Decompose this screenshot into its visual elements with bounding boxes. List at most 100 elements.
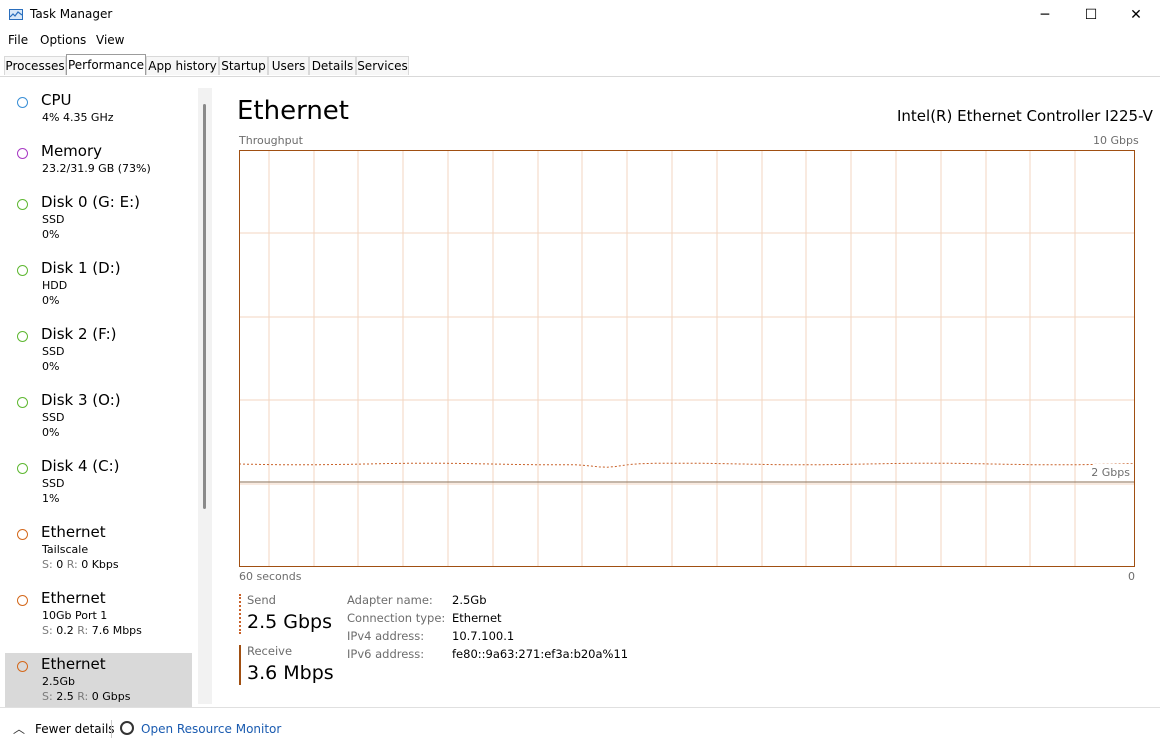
prop-label-ipv6: IPv6 address:: [347, 647, 425, 661]
status-circle-icon: [17, 595, 28, 606]
sidebar-item-usage: 0%: [42, 360, 60, 373]
sidebar-item-usage: 0%: [42, 228, 60, 241]
sidebar-item-title: CPU: [41, 91, 72, 109]
tab-app-history[interactable]: App history: [146, 56, 219, 75]
throughput-s: S:: [42, 558, 53, 571]
sidebar-item-detail: SSD: [42, 411, 65, 424]
status-circle-icon: [17, 529, 28, 540]
status-circle-icon: [17, 97, 28, 108]
menu-options[interactable]: Options: [40, 33, 86, 47]
sidebar-item-detail: Tailscale: [42, 543, 89, 556]
close-button[interactable]: ✕: [1113, 0, 1159, 30]
sidebar-item-title: Disk 0 (G: E:): [41, 193, 140, 211]
sidebar-item-4[interactable]: Disk 2 (F:) SSD 0%: [5, 323, 192, 387]
status-circle-icon: [17, 463, 28, 474]
maximize-button[interactable]: ☐: [1068, 0, 1114, 30]
sidebar-item-detail: 2.5Gb: [42, 675, 75, 688]
tab-details[interactable]: Details: [309, 56, 356, 75]
menu-file[interactable]: File: [8, 33, 28, 47]
throughput-rv: 7.6 Mbps: [88, 624, 142, 637]
sidebar-item-title: Disk 3 (O:): [41, 391, 121, 409]
sidebar-item-detail: SSD: [42, 213, 65, 226]
sidebar-item-9[interactable]: Ethernet 2.5Gb S: 2.5 R: 0 Gbps: [5, 653, 192, 708]
sidebar-item-detail: 10Gb Port 1: [42, 609, 108, 622]
receive-indicator: [239, 645, 241, 685]
prop-value-adapter-name: 2.5Gb: [452, 593, 487, 607]
sidebar-item-2[interactable]: Disk 0 (G: E:) SSD 0%: [5, 191, 192, 255]
sidebar-item-7[interactable]: Ethernet Tailscale S: 0 R: 0 Kbps: [5, 521, 192, 585]
prop-label-adapter-name: Adapter name:: [347, 593, 433, 607]
sidebar-item-title: Ethernet: [41, 523, 106, 541]
resource-monitor-icon[interactable]: [120, 721, 134, 735]
receive-label: Receive: [247, 644, 293, 658]
graph-line-label: 2 Gbps: [1091, 466, 1130, 479]
throughput-r: R:: [66, 558, 78, 571]
throughput-rv: 0 Kbps: [77, 558, 119, 571]
sidebar-item-detail: SSD: [42, 477, 65, 490]
throughput-r: R:: [77, 690, 89, 703]
minimize-button[interactable]: ─: [1022, 0, 1068, 30]
tab-processes[interactable]: Processes: [4, 56, 66, 75]
graph-max-label: 10 Gbps: [1093, 134, 1139, 147]
throughput-s: S:: [42, 690, 53, 703]
throughput-sv: 2.5: [52, 690, 78, 703]
send-series-line: [239, 462, 1135, 468]
status-circle-icon: [17, 397, 28, 408]
throughput-label: Throughput: [239, 134, 303, 147]
tab-services[interactable]: Services: [356, 56, 409, 75]
prop-value-ipv4: 10.7.100.1: [452, 629, 515, 643]
status-circle-icon: [17, 331, 28, 342]
status-circle-icon: [17, 265, 28, 276]
chevron-up-icon[interactable]: ︿: [13, 720, 25, 737]
sidebar-item-5[interactable]: Disk 3 (O:) SSD 0%: [5, 389, 192, 453]
send-label: Send: [247, 593, 276, 607]
footer-separator: [111, 720, 112, 738]
receive-value: 3.6 Mbps: [247, 662, 334, 684]
prop-value-ipv6: fe80::9a63:271:ef3a:b20a%11: [452, 647, 629, 661]
tab-users[interactable]: Users: [268, 56, 309, 75]
sidebar-item-title: Disk 2 (F:): [41, 325, 117, 343]
throughput-sv: 0.2: [52, 624, 78, 637]
maximize-icon: ☐: [1084, 7, 1098, 23]
title-bar: [0, 0, 1160, 30]
sidebar-item-throughput: S: 0 R: 0 Kbps: [42, 558, 119, 571]
adapter-description: Intel(R) Ethernet Controller I225-V: [897, 107, 1153, 125]
sidebar-item-title: Disk 4 (C:): [41, 457, 120, 475]
menu-bar: [0, 30, 1160, 50]
menu-view[interactable]: View: [96, 33, 124, 47]
throughput-sv: 0: [52, 558, 67, 571]
sidebar-item-title: Memory: [41, 142, 103, 160]
prop-label-connection-type: Connection type:: [347, 611, 446, 625]
throughput-rv: 0 Gbps: [88, 690, 131, 703]
prop-label-ipv4: IPv4 address:: [347, 629, 425, 643]
window-title: Task Manager: [30, 7, 113, 21]
tab-performance[interactable]: Performance: [66, 54, 146, 75]
sidebar-item-title: Disk 1 (D:): [41, 259, 121, 277]
sidebar-item-detail: 4% 4.35 GHz: [42, 111, 114, 124]
sidebar-item-detail: SSD: [42, 345, 65, 358]
minimize-icon: ─: [1040, 7, 1050, 23]
send-value: 2.5 Gbps: [247, 611, 332, 633]
open-resource-monitor-link[interactable]: Open Resource Monitor: [141, 722, 281, 736]
tab-startup[interactable]: Startup: [219, 56, 268, 75]
sidebar-item-6[interactable]: Disk 4 (C:) SSD 1%: [5, 455, 192, 519]
status-circle-icon: [17, 661, 28, 672]
graph-border: [239, 150, 1135, 567]
sidebar-item-usage: 0%: [42, 294, 60, 307]
prop-value-connection-type: Ethernet: [452, 611, 502, 625]
page-title: Ethernet: [237, 96, 349, 126]
time-now-label: 0: [1128, 570, 1135, 583]
time-span-label: 60 seconds: [239, 570, 302, 583]
close-icon: ✕: [1130, 7, 1142, 23]
sidebar-item-title: Ethernet: [41, 655, 106, 673]
sidebar-item-usage: 0%: [42, 426, 60, 439]
sidebar-item-3[interactable]: Disk 1 (D:) HDD 0%: [5, 257, 192, 321]
sidebar-item-detail: HDD: [42, 279, 68, 292]
sidebar-scrollbar-thumb[interactable]: [203, 104, 206, 509]
throughput-graph: 2 Gbps: [239, 150, 1135, 567]
sidebar-item-usage: 1%: [42, 492, 60, 505]
sidebar-item-8[interactable]: Ethernet 10Gb Port 1 S: 0.2 R: 7.6 Mbps: [5, 587, 192, 651]
throughput-r: R:: [77, 624, 89, 637]
status-circle-icon: [17, 148, 28, 159]
fewer-details-button[interactable]: Fewer details: [35, 722, 115, 736]
